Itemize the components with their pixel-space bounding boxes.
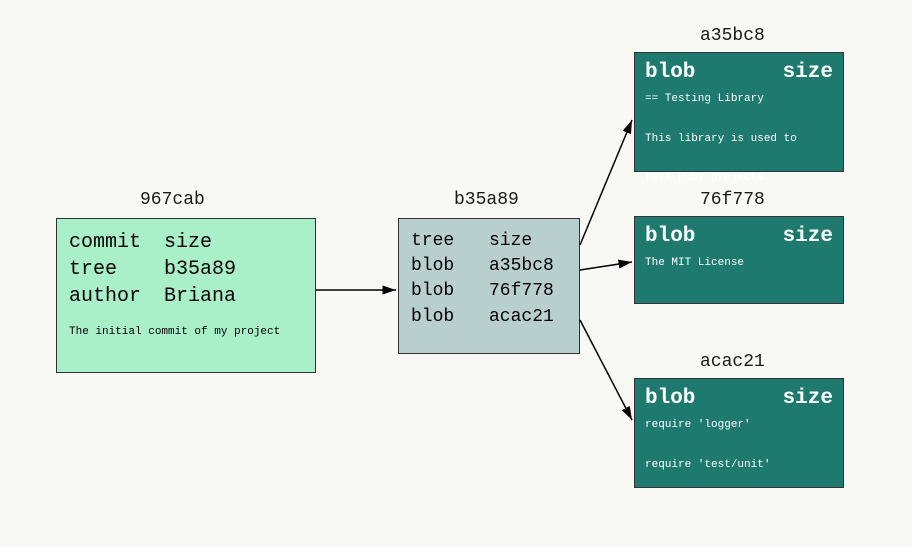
commit-row: tree b35a89: [69, 256, 303, 283]
commit-hash-label: 967cab: [140, 190, 205, 210]
blob-header-left: blob: [645, 61, 695, 84]
blob-header-right: size: [783, 61, 833, 84]
blob-content: == Testing Library This library is used …: [645, 90, 833, 189]
commit-message: The initial commit of my project: [69, 326, 303, 338]
blob-header: blob size: [645, 61, 833, 84]
tree-row-key: blob: [411, 305, 489, 330]
tree-row-val: a35bc8: [489, 254, 554, 279]
blob-object: blob size == Testing Library This librar…: [634, 52, 844, 172]
arrow-tree-to-blob2: [580, 262, 632, 270]
blob-header-right: size: [783, 387, 833, 410]
tree-row-val: size: [489, 229, 532, 254]
tree-row-val: 76f778: [489, 279, 554, 304]
tree-row-key: blob: [411, 254, 489, 279]
tree-row: blob acac21: [411, 305, 567, 330]
tree-hash-label: b35a89: [454, 190, 519, 210]
blob-content: The MIT License: [645, 254, 833, 274]
blob-header: blob size: [645, 225, 833, 248]
blob3-hash-label: acac21: [700, 352, 765, 372]
blob-object: blob size The MIT License: [634, 216, 844, 304]
commit-row-key: author: [69, 283, 164, 310]
commit-row: author Briana: [69, 283, 303, 310]
tree-row-key: blob: [411, 279, 489, 304]
blob-content: require 'logger' require 'test/unit': [645, 416, 833, 475]
blob-header-left: blob: [645, 225, 695, 248]
blob-object: blob size require 'logger' require 'test…: [634, 378, 844, 488]
blob-header-left: blob: [645, 387, 695, 410]
blob-header: blob size: [645, 387, 833, 410]
tree-row-key: tree: [411, 229, 489, 254]
tree-row: tree size: [411, 229, 567, 254]
arrow-tree-to-blob3: [580, 320, 632, 420]
blob2-hash-label: 76f778: [700, 190, 765, 210]
commit-row-val: b35a89: [164, 256, 236, 283]
commit-row-val: size: [164, 229, 212, 256]
tree-object: tree size blob a35bc8 blob 76f778 blob a…: [398, 218, 580, 354]
blob-header-right: size: [783, 225, 833, 248]
commit-object: commit size tree b35a89 author Briana Th…: [56, 218, 316, 373]
arrow-tree-to-blob1: [580, 120, 632, 245]
tree-row-val: acac21: [489, 305, 554, 330]
commit-row-key: tree: [69, 256, 164, 283]
blob1-hash-label: a35bc8: [700, 26, 765, 46]
commit-row: commit size: [69, 229, 303, 256]
tree-row: blob a35bc8: [411, 254, 567, 279]
commit-row-val: Briana: [164, 283, 236, 310]
commit-row-key: commit: [69, 229, 164, 256]
tree-row: blob 76f778: [411, 279, 567, 304]
